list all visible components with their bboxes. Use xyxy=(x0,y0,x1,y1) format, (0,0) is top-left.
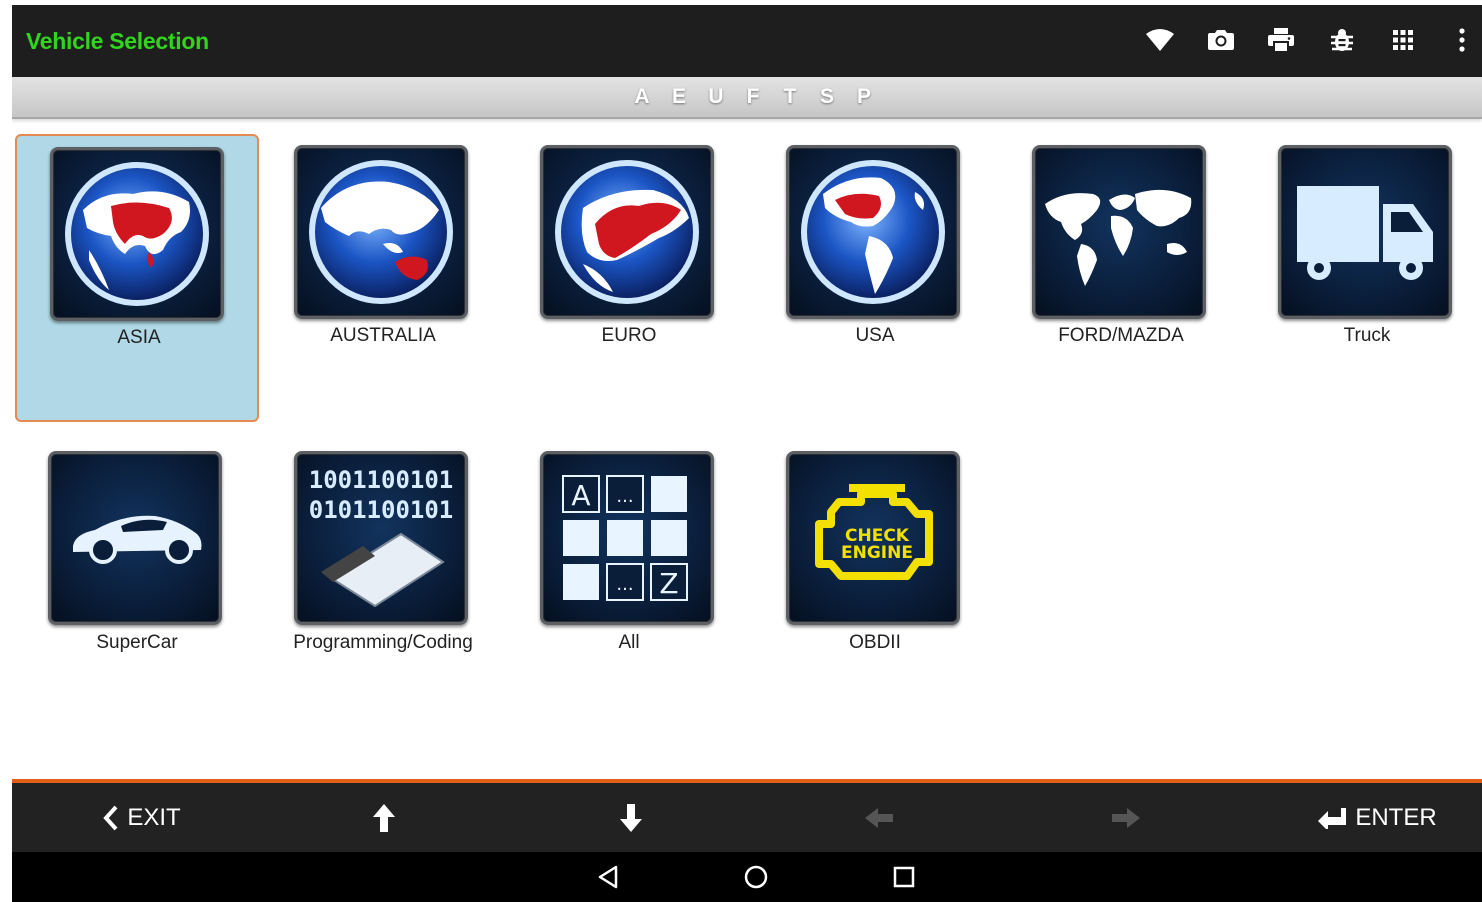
world-map-icon xyxy=(1032,145,1206,319)
alpha-letter-a[interactable]: A xyxy=(633,85,652,109)
system-nav-bar xyxy=(12,852,1482,902)
tile-euro[interactable]: EURO xyxy=(507,134,751,422)
chevron-left-icon xyxy=(103,805,118,830)
alpha-letter-p[interactable]: P xyxy=(855,85,874,109)
all-icon-ellipsis-2: ... xyxy=(616,574,633,595)
tile-truck[interactable]: Truck xyxy=(1245,134,1482,422)
apps-grid-icon[interactable] xyxy=(1385,22,1421,58)
globe-europe-icon xyxy=(540,145,714,319)
all-icon-letter-a: A xyxy=(571,479,590,512)
footer-toolbar: EXIT ENTER xyxy=(12,783,1482,852)
tile-label: OBDII xyxy=(849,632,901,653)
wifi-icon[interactable] xyxy=(1142,22,1178,58)
printer-icon[interactable] xyxy=(1263,22,1299,58)
globe-australia-icon xyxy=(294,145,468,319)
binary-line-2: 0101100101 xyxy=(309,496,454,524)
alpha-letter-t[interactable]: T xyxy=(781,85,800,109)
camera-icon[interactable] xyxy=(1203,22,1239,58)
enter-icon xyxy=(1318,807,1347,829)
arrow-up-button[interactable] xyxy=(354,783,414,852)
tile-label: EURO xyxy=(601,325,657,346)
all-icon-ellipsis-1: ... xyxy=(616,486,633,507)
tile-programming-coding[interactable]: 1001100101 0101100101 Programming/Coding xyxy=(261,441,505,729)
arrow-down-button[interactable] xyxy=(601,783,661,852)
tile-asia[interactable]: ASIA xyxy=(15,134,259,422)
tile-australia[interactable]: AUSTRALIA xyxy=(261,134,505,422)
arrow-right-icon xyxy=(1112,807,1140,828)
more-vert-icon[interactable] xyxy=(1444,22,1480,58)
tile-usa[interactable]: USA xyxy=(753,134,997,422)
arrow-left-icon xyxy=(865,807,893,828)
enter-label: ENTER xyxy=(1355,803,1437,831)
tile-all[interactable]: A ... ... Z All xyxy=(507,441,751,729)
enter-button[interactable]: ENTER xyxy=(1312,783,1442,852)
truck-icon xyxy=(1278,145,1452,319)
recents-icon[interactable] xyxy=(889,864,919,890)
exit-label: EXIT xyxy=(127,803,181,831)
alpha-letter-e[interactable]: E xyxy=(670,85,689,109)
all-icon-letter-z: Z xyxy=(659,567,678,600)
tile-ford-mazda[interactable]: FORD/MAZDA xyxy=(999,134,1243,422)
arrow-up-icon xyxy=(373,803,395,832)
sportscar-icon xyxy=(48,451,222,625)
globe-usa-icon xyxy=(786,145,960,319)
tile-label: All xyxy=(618,632,640,653)
exit-button[interactable]: EXIT xyxy=(82,783,202,852)
alpha-letter-u[interactable]: U xyxy=(707,85,726,109)
alpha-letter-s[interactable]: S xyxy=(818,85,837,109)
tile-obdii[interactable]: CHECK ENGINE OBDII xyxy=(753,441,997,729)
alpha-letter-f[interactable]: F xyxy=(744,85,763,109)
tile-label: Truck xyxy=(1343,325,1391,346)
home-icon[interactable] xyxy=(741,864,771,890)
tile-label: SuperCar xyxy=(96,632,178,653)
arrow-right-button[interactable] xyxy=(1096,783,1156,852)
check-engine-line-2: ENGINE xyxy=(841,543,913,563)
bug-icon[interactable] xyxy=(1324,22,1360,58)
app-window: Vehicle Selection A E U F T S P ASIA AUS… xyxy=(12,5,1482,902)
globe-asia-icon xyxy=(50,147,224,321)
tile-supercar[interactable]: SuperCar xyxy=(15,441,259,729)
check-engine-icon: CHECK ENGINE xyxy=(786,451,960,625)
ecu-binary-icon: 1001100101 0101100101 xyxy=(294,451,468,625)
top-bar: Vehicle Selection xyxy=(12,5,1482,77)
back-icon[interactable] xyxy=(593,864,623,890)
binary-line-1: 1001100101 xyxy=(309,466,454,494)
tile-label: ASIA xyxy=(117,327,161,348)
alphabet-index-bar: A E U F T S P xyxy=(12,77,1482,119)
tile-label: FORD/MAZDA xyxy=(1058,325,1184,346)
arrow-down-icon xyxy=(620,803,642,832)
tile-label: USA xyxy=(855,325,895,346)
page-title: Vehicle Selection xyxy=(26,28,209,54)
arrow-left-button[interactable] xyxy=(849,783,909,852)
tile-label: Programming/Coding xyxy=(293,632,473,653)
alphabet-grid-icon: A ... ... Z xyxy=(540,451,714,625)
tile-label: AUSTRALIA xyxy=(330,325,436,346)
